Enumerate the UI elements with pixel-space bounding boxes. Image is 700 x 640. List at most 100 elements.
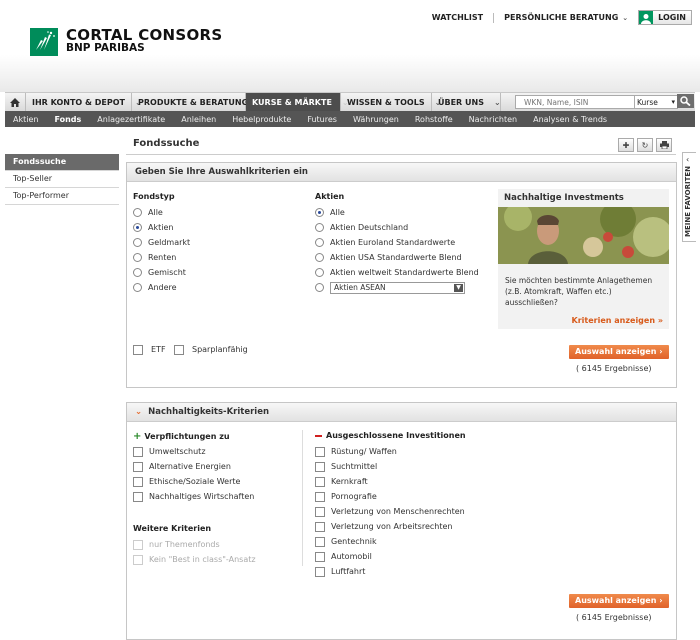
radio-button[interactable] bbox=[315, 283, 324, 292]
plus-icon: + bbox=[133, 431, 142, 442]
subnav-item-hebelprodukte[interactable]: Hebelprodukte bbox=[224, 115, 299, 124]
radio-button[interactable] bbox=[133, 238, 142, 247]
watchlist-link[interactable]: WATCHLIST bbox=[432, 13, 483, 22]
radio-button[interactable] bbox=[315, 238, 324, 247]
fondstyp-option-renten[interactable]: Renten bbox=[133, 250, 190, 265]
nav-item-produkte-beratung[interactable]: PRODUKTE & BERATUNG⌄ bbox=[132, 93, 265, 111]
search-input[interactable] bbox=[515, 95, 644, 109]
ausschluss-menschenrechte[interactable]: Verletzung von Menschenrechten bbox=[315, 504, 465, 519]
subnav-item-futures[interactable]: Futures bbox=[299, 115, 345, 124]
radio-button[interactable] bbox=[315, 223, 324, 232]
beratung-dropdown[interactable]: PERSÖNLICHE BERATUNG ⌄ bbox=[504, 13, 628, 22]
nachhaltigkeit-panel-header[interactable]: ⌄ Nachhaltigkeits-Kriterien bbox=[127, 403, 676, 422]
verpflichtung-ethische-soziale-werte[interactable]: Ethische/Soziale Werte bbox=[133, 474, 254, 489]
nav-item-konto-depot[interactable]: IHR KONTO & DEPOT ⌄ bbox=[26, 93, 142, 111]
option-label: Suchtmittel bbox=[331, 462, 378, 471]
login-button[interactable]: LOGIN bbox=[638, 10, 692, 25]
ausgeschlossen-heading: Ausgeschlossene Investitionen bbox=[315, 431, 466, 440]
etf-checkbox-row[interactable]: ETF bbox=[133, 342, 166, 357]
subnav-item-waehrungen[interactable]: Währungen bbox=[345, 115, 407, 124]
leftnav-item-top-seller[interactable]: Top-Seller bbox=[5, 171, 119, 188]
column-divider bbox=[302, 430, 303, 566]
subnav-item-anleihen[interactable]: Anleihen bbox=[173, 115, 224, 124]
option-label: Aktien weltweit Standardwerte Blend bbox=[330, 268, 479, 277]
aktien-option-usa[interactable]: Aktien USA Standardwerte Blend bbox=[315, 250, 479, 265]
checkbox[interactable] bbox=[315, 551, 325, 562]
fondstyp-option-geldmarkt[interactable]: Geldmarkt bbox=[133, 235, 190, 250]
checkbox[interactable] bbox=[315, 506, 325, 517]
nav-item-ueber-uns[interactable]: ÜBER UNS ⌄ bbox=[432, 93, 501, 111]
option-label: Aktien USA Standardwerte Blend bbox=[330, 253, 462, 262]
ausschluss-pornografie[interactable]: Pornografie bbox=[315, 489, 465, 504]
aktien-category-select[interactable]: Aktien ASEAN ▼ bbox=[330, 281, 465, 294]
subnav-item-aktien[interactable]: Aktien bbox=[5, 115, 46, 124]
verpflichtung-umweltschutz[interactable]: Umweltschutz bbox=[133, 444, 254, 459]
subnav-item-nachrichten[interactable]: Nachrichten bbox=[461, 115, 525, 124]
checkbox[interactable] bbox=[133, 446, 143, 457]
subnav-item-anlagezertifikate[interactable]: Anlagezertifikate bbox=[89, 115, 173, 124]
radio-button[interactable] bbox=[133, 208, 142, 217]
subnav-item-fonds[interactable]: Fonds bbox=[46, 115, 89, 124]
radio-button[interactable] bbox=[315, 268, 324, 277]
radio-button[interactable] bbox=[315, 253, 324, 262]
weitere-kein-best-in-class: Kein "Best in class"-Ansatz bbox=[133, 552, 256, 567]
radio-button[interactable] bbox=[133, 223, 142, 232]
brand-logo[interactable]: CORTAL CONSORS BNP PARIBAS bbox=[30, 28, 223, 56]
kriterien-anzeigen-link[interactable]: Kriterien anzeigen » bbox=[572, 316, 663, 325]
ausschluss-automobil[interactable]: Automobil bbox=[315, 549, 465, 564]
radio-button[interactable] bbox=[315, 208, 324, 217]
etf-checkbox[interactable] bbox=[133, 344, 143, 355]
checkbox[interactable] bbox=[133, 476, 143, 487]
ausschluss-kernkraft[interactable]: Kernkraft bbox=[315, 474, 465, 489]
radio-button[interactable] bbox=[133, 268, 142, 277]
fondstyp-option-alle[interactable]: Alle bbox=[133, 205, 190, 220]
print-icon bbox=[659, 141, 669, 149]
subnav-item-analysen-trends[interactable]: Analysen & Trends bbox=[525, 115, 615, 124]
checkbox[interactable] bbox=[315, 461, 325, 472]
checkbox[interactable] bbox=[315, 536, 325, 547]
ausschluss-gentechnik[interactable]: Gentechnik bbox=[315, 534, 465, 549]
ausschluss-ruestung-waffen[interactable]: Rüstung/ Waffen bbox=[315, 444, 465, 459]
checkbox[interactable] bbox=[315, 566, 325, 577]
favorites-tab[interactable]: ‹ MEINE FAVORITEN bbox=[682, 152, 696, 242]
checkbox[interactable] bbox=[315, 521, 325, 532]
fondstyp-option-andere[interactable]: Andere bbox=[133, 280, 190, 295]
radio-button[interactable] bbox=[133, 253, 142, 262]
verpflichtung-nachhaltiges-wirtschaften[interactable]: Nachhaltiges Wirtschaften bbox=[133, 489, 254, 504]
print-button[interactable] bbox=[656, 138, 672, 152]
ausgeschlossen-list: Rüstung/ Waffen Suchtmittel Kernkraft Po… bbox=[315, 444, 465, 579]
nav-item-wissen-tools[interactable]: WISSEN & TOOLS ⌄ bbox=[341, 93, 441, 111]
radio-button[interactable] bbox=[133, 283, 142, 292]
ausschluss-arbeitsrechte[interactable]: Verletzung von Arbeitsrechten bbox=[315, 519, 465, 534]
aktien-option-weltweit[interactable]: Aktien weltweit Standardwerte Blend bbox=[315, 265, 479, 280]
aktien-option-alle[interactable]: Alle bbox=[315, 205, 479, 220]
leftnav-item-top-performer[interactable]: Top-Performer bbox=[5, 188, 119, 205]
home-button[interactable] bbox=[5, 93, 26, 111]
fondstyp-option-aktien[interactable]: Aktien bbox=[133, 220, 190, 235]
subnav-item-rohstoffe[interactable]: Rohstoffe bbox=[407, 115, 461, 124]
fondstyp-option-gemischt[interactable]: Gemischt bbox=[133, 265, 190, 280]
sub-nav: Aktien Fonds Anlagezertifikate Anleihen … bbox=[5, 111, 695, 127]
sparplan-checkbox[interactable] bbox=[174, 344, 184, 355]
checkbox[interactable] bbox=[315, 491, 325, 502]
auswahl-anzeigen-button[interactable]: Auswahl anzeigen › bbox=[569, 345, 669, 359]
refresh-button[interactable]: ↻ bbox=[637, 138, 653, 152]
search-button[interactable] bbox=[677, 94, 694, 108]
sparplan-checkbox-row[interactable]: Sparplanfähig bbox=[174, 342, 248, 357]
add-button[interactable]: ✚ bbox=[618, 138, 634, 152]
checkbox[interactable] bbox=[133, 461, 143, 472]
ausschluss-suchtmittel[interactable]: Suchtmittel bbox=[315, 459, 465, 474]
nav-item-kurse-maerkte[interactable]: KURSE & MÄRKTE ⌄ bbox=[246, 93, 349, 111]
fondstyp-heading: Fondstyp bbox=[133, 192, 175, 201]
ausschluss-luftfahrt[interactable]: Luftfahrt bbox=[315, 564, 465, 579]
auswahl-anzeigen-button-2[interactable]: Auswahl anzeigen › bbox=[569, 594, 669, 608]
aktien-option-euroland[interactable]: Aktien Euroland Standardwerte bbox=[315, 235, 479, 250]
leftnav-item-fondssuche[interactable]: Fondssuche bbox=[5, 154, 119, 171]
aktien-option-select[interactable]: Aktien ASEAN ▼ bbox=[315, 280, 479, 295]
aktien-option-deutschland[interactable]: Aktien Deutschland bbox=[315, 220, 479, 235]
checkbox[interactable] bbox=[315, 446, 325, 457]
checkbox[interactable] bbox=[315, 476, 325, 487]
search-type-select[interactable]: Kurse ▾ bbox=[634, 95, 678, 109]
checkbox[interactable] bbox=[133, 491, 143, 502]
verpflichtung-alternative-energien[interactable]: Alternative Energien bbox=[133, 459, 254, 474]
